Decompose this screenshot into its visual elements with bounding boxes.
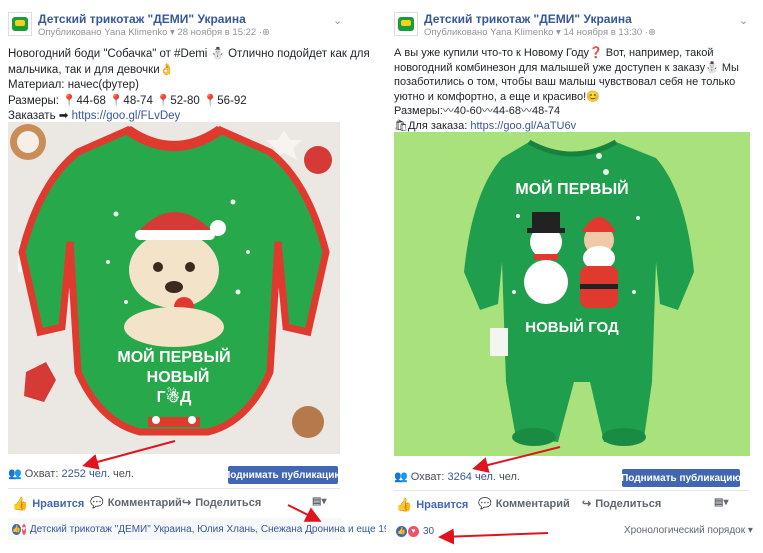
- post-photo[interactable]: МОЙ ПЕРВЫЙ НОВЫЙ ГОД: [394, 132, 750, 456]
- love-reaction-icon: ♥: [408, 525, 419, 537]
- comment-label: Комментарий: [107, 496, 182, 509]
- share-as-page-selector[interactable]: ▤▾: [714, 497, 728, 508]
- post-text: А вы уже купили что-то к Новому Году❓ Во…: [394, 46, 739, 133]
- share-label: Поделиться: [195, 496, 262, 509]
- boost-post-button[interactable]: Поднимать публикацию: [621, 469, 741, 487]
- post-time[interactable]: 28 ноября в 15:22: [177, 27, 256, 38]
- reactions-summary[interactable]: 👍 ♥ Детский трикотаж "ДЕМИ" Украина, Юли…: [8, 518, 390, 540]
- post-text-line: Размеры: 📍44-68 📍48-74 📍52-80 📍56-92: [8, 94, 247, 107]
- like-reaction-icon: 👍: [12, 523, 21, 535]
- post-text-line: уютно и комфортно, а еще и красиво!😊: [394, 90, 600, 103]
- reach-unit-2: чел.: [113, 468, 134, 480]
- like-button[interactable]: 👍 Нравится: [12, 496, 84, 512]
- order-label: Заказать ➡: [8, 110, 69, 122]
- people-icon: 👥: [394, 471, 408, 483]
- chevron-down-icon[interactable]: ⌄: [739, 16, 753, 27]
- reach-unit[interactable]: чел.: [89, 468, 110, 480]
- bodysuit-illustration: МОЙ ПЕРВЫЙ НОВЫЙ Г☃Д: [8, 122, 340, 454]
- post-time[interactable]: 14 ноября в 13:30: [563, 27, 642, 38]
- comment-order-dropdown[interactable]: Хронологический порядок ▾: [624, 525, 753, 536]
- post-header: Детский трикотаж "ДЕМИ" Украина Опублико…: [8, 12, 350, 42]
- share-icon: ↪: [182, 497, 192, 509]
- people-icon: 👥: [8, 468, 22, 480]
- page-name-link[interactable]: Детский трикотаж "ДЕМИ" Украина: [424, 12, 632, 26]
- comment-button[interactable]: 💬 Комментарий: [478, 497, 570, 511]
- reach-value[interactable]: 3264: [447, 471, 471, 483]
- chevron-down-icon: ▾: [747, 525, 753, 536]
- globe-icon: ·⊕: [644, 27, 656, 38]
- post-text-line: мальчика, так и для девочки👌: [8, 63, 174, 76]
- reach-stats: 👥 Охват: 3264 чел. чел.: [394, 470, 520, 483]
- post-text-line: новогодний комбинезон для малышей уже до…: [394, 61, 739, 74]
- order-link[interactable]: https://goo.gl/AaTU6v: [470, 120, 576, 132]
- comment-button[interactable]: 💬 Комментарий: [90, 496, 182, 510]
- share-button[interactable]: ↪ Поделиться: [582, 497, 662, 511]
- photo-text: НОВЫЙ: [147, 367, 210, 386]
- like-reaction-icon: 👍: [396, 525, 407, 537]
- photo-text: МОЙ ПЕРВЫЙ: [515, 179, 628, 198]
- thumbs-up-icon: 👍: [12, 496, 29, 511]
- post-text-line: Материал: начес(футер): [8, 79, 140, 91]
- comment-label: Комментарий: [495, 497, 570, 510]
- post-text-line: Новогодний боди "Собачка" от #Demi ⛄ Отл…: [8, 48, 370, 60]
- page-avatar[interactable]: [8, 12, 32, 36]
- boost-post-button[interactable]: Поднимать публикацию: [223, 466, 343, 484]
- published-by: Опубликовано Yana Klimenko: [38, 27, 168, 38]
- page-selector-icon: ▤▾: [312, 496, 327, 507]
- page-name-link[interactable]: Детский трикотаж "ДЕМИ" Украина: [38, 12, 246, 26]
- divider: [8, 488, 340, 489]
- published-by: Опубликовано Yana Klimenko: [424, 27, 554, 38]
- chevron-down-icon[interactable]: ⌄: [333, 16, 347, 27]
- photo-text: Г☃Д: [157, 386, 192, 406]
- dropdown-caret-icon[interactable]: ▾: [170, 27, 175, 38]
- divider: [394, 490, 749, 491]
- page-selector-icon: ▤▾: [714, 497, 729, 508]
- reach-count-link[interactable]: 2252 чел.: [61, 468, 110, 480]
- reach-label: Охват:: [410, 471, 445, 483]
- photo-text: МОЙ ПЕРВЫЙ: [117, 347, 230, 366]
- share-label: Поделиться: [595, 497, 662, 510]
- reach-unit-2: чел.: [499, 471, 520, 483]
- reach-unit[interactable]: чел.: [475, 471, 496, 483]
- globe-icon: ·⊕: [258, 27, 270, 38]
- order-link[interactable]: https://goo.gl/FLvDey: [72, 110, 181, 122]
- share-button[interactable]: ↪ Поделиться: [182, 496, 262, 510]
- order-label: 🛍Для заказа:: [394, 119, 468, 132]
- comment-icon: 💬: [90, 497, 104, 509]
- share-as-page-selector[interactable]: ▤▾: [312, 496, 326, 507]
- thumbs-up-icon: 👍: [396, 497, 413, 512]
- reach-value[interactable]: 2252: [61, 468, 85, 480]
- reach-stats: 👥 Охват: 2252 чел. чел.: [8, 467, 134, 480]
- comment-icon: 💬: [478, 498, 492, 510]
- post-text-line: Размеры:〰40-60〰44-68〰48-74: [394, 105, 561, 117]
- reactions-count[interactable]: 30: [423, 526, 434, 537]
- page-avatar[interactable]: [394, 12, 418, 36]
- post-card: Детский трикотаж "ДЕМИ" Украина Опублико…: [386, 0, 763, 553]
- post-meta: Опубликовано Yana Klimenko ▾ 14 ноября в…: [424, 27, 656, 38]
- reach-label: Охват:: [24, 468, 59, 480]
- love-reaction-icon: ♥: [21, 523, 26, 535]
- post-text-line: А вы уже купили что-то к Новому Году❓ Во…: [394, 47, 714, 59]
- like-label: Нравится: [416, 499, 469, 511]
- post-photo[interactable]: МОЙ ПЕРВЫЙ НОВЫЙ Г☃Д: [8, 122, 340, 454]
- comment-order-label: Хронологический порядок: [624, 525, 746, 536]
- like-button[interactable]: 👍 Нравится: [396, 497, 468, 513]
- post-meta: Опубликовано Yana Klimenko ▾ 28 ноября в…: [38, 27, 270, 38]
- post-header: Детский трикотаж "ДЕМИ" Украина Опублико…: [394, 12, 763, 42]
- photo-text: НОВЫЙ ГОД: [525, 318, 619, 336]
- post-text: Новогодний боди "Собачка" от #Demi ⛄ Отл…: [8, 47, 370, 125]
- reactions-text[interactable]: Детский трикотаж "ДЕМИ" Украина, Юлия Хл…: [30, 524, 390, 535]
- post-text-line: позаботились о том, чтобы ваш малыш чувс…: [394, 76, 736, 88]
- dropdown-caret-icon[interactable]: ▾: [556, 27, 561, 38]
- post-card: Детский трикотаж "ДЕМИ" Украина Опублико…: [0, 0, 390, 553]
- jumpsuit-illustration: МОЙ ПЕРВЫЙ НОВЫЙ ГОД: [394, 132, 750, 456]
- share-icon: ↪: [582, 498, 592, 510]
- reach-count-link[interactable]: 3264 чел.: [447, 471, 496, 483]
- like-label: Нравится: [32, 498, 85, 510]
